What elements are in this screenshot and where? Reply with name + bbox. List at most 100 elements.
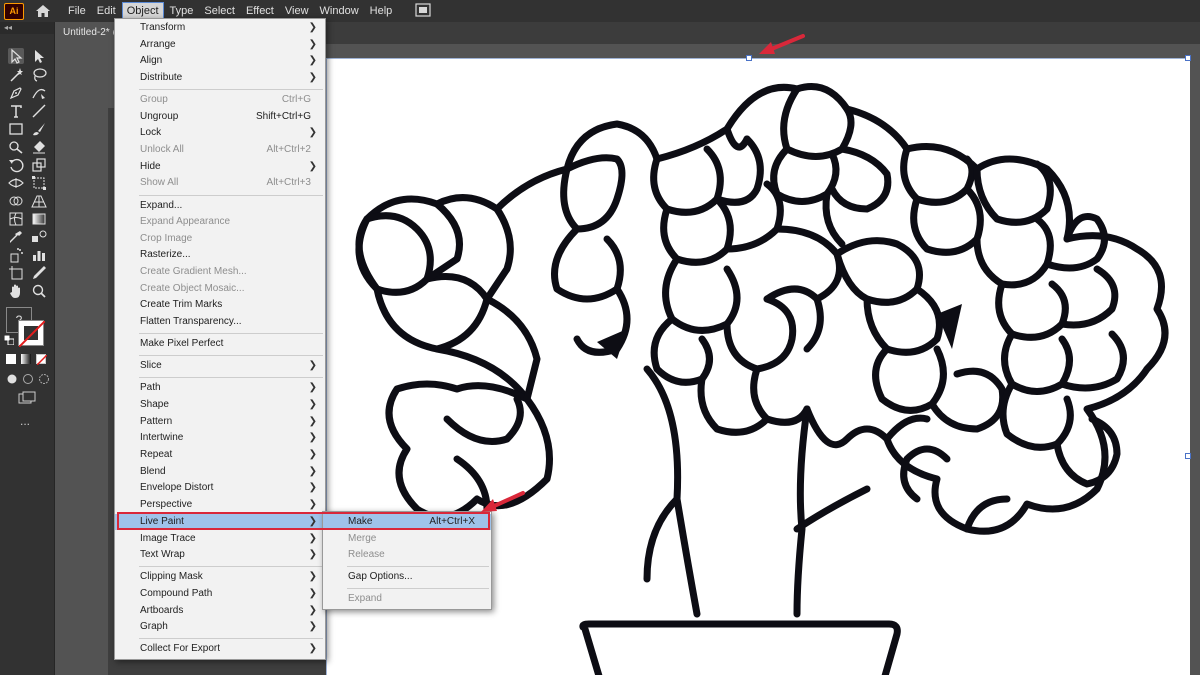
menu-item-graph[interactable]: Graph ❯ [115,619,325,635]
bounding-box-handle-right[interactable] [1185,453,1191,459]
shaper-tool-icon[interactable] [8,139,24,155]
menu-item-slice[interactable]: Slice ❯ [115,358,325,374]
menu-item-intertwine[interactable]: Intertwine ❯ [115,430,325,446]
menu-item-arrange[interactable]: Arrange ❯ [115,37,325,53]
pen-tool-icon[interactable] [8,85,24,101]
menu-item-ungroup[interactable]: Ungroup Shift+Ctrl+G [115,109,325,125]
menu-object[interactable]: Object [121,2,164,20]
object-menu-dropdown: Transform ❯ Arrange ❯ Align ❯ Distribute ❯ G… [114,18,326,660]
menu-item-repeat[interactable]: Repeat ❯ [115,447,325,463]
zoom-tool-icon[interactable] [31,283,47,299]
menu-type[interactable]: Type [166,3,198,19]
menu-item-rasterize[interactable]: Rasterize... [115,247,325,263]
home-icon[interactable] [34,2,52,20]
menu-file[interactable]: File [64,3,90,19]
lasso-icon[interactable] [31,67,47,83]
eraser-icon[interactable] [31,139,47,155]
rectangle-tool-icon[interactable] [8,121,24,137]
type-tool-icon[interactable] [8,103,24,119]
chevron-right-icon: ❯ [308,382,317,393]
submenu-item-merge[interactable]: Merge [323,531,491,547]
menu-item-expand[interactable]: Expand... [115,198,325,214]
chevron-right-icon: ❯ [308,533,317,544]
menu-help[interactable]: Help [366,3,397,19]
curvature-tool-icon[interactable] [31,85,47,101]
menu-item-image-trace[interactable]: Image Trace ❯ [115,531,325,547]
mesh-tool-icon[interactable] [8,211,24,227]
menu-item-perspective[interactable]: Perspective ❯ [115,497,325,513]
chevron-right-icon: ❯ [308,549,317,560]
menu-item-expand-appearance[interactable]: Expand Appearance [115,214,325,230]
menu-item-create-object-mosaic[interactable]: Create Object Mosaic... [115,281,325,297]
menu-item-unlock-all[interactable]: Unlock All Alt+Ctrl+2 [115,142,325,158]
menu-window[interactable]: Window [316,3,363,19]
menu-item-create-gradient-mesh[interactable]: Create Gradient Mesh... [115,264,325,280]
menu-item-path[interactable]: Path ❯ [115,380,325,396]
menu-item-make-pixel-perfect[interactable]: Make Pixel Perfect [115,336,325,352]
free-transform-icon[interactable] [31,175,47,191]
menu-item-shape[interactable]: Shape ❯ [115,397,325,413]
menu-item-hide[interactable]: Hide ❯ [115,159,325,175]
symbol-sprayer-icon[interactable] [8,247,24,263]
menu-item-text-wrap[interactable]: Text Wrap ❯ [115,547,325,563]
draw-inside-icon[interactable] [38,373,50,388]
menu-item-transform[interactable]: Transform ❯ [115,20,325,36]
column-graph-icon[interactable] [31,247,47,263]
menu-item-artboards[interactable]: Artboards ❯ [115,603,325,619]
none-mode-icon[interactable] [36,354,47,365]
menu-item-lock[interactable]: Lock ❯ [115,125,325,141]
menu-item-envelope-distort[interactable]: Envelope Distort ❯ [115,480,325,496]
shape-builder-icon[interactable] [8,193,24,209]
menu-item-create-trim-marks[interactable]: Create Trim Marks [115,297,325,313]
scale-tool-icon[interactable] [31,157,47,173]
menu-edit[interactable]: Edit [93,3,120,19]
gradient-tool-icon[interactable] [31,211,47,227]
bounding-box-handle-top[interactable] [746,55,752,61]
arrange-documents-icon[interactable] [415,3,433,19]
menu-select[interactable]: Select [200,3,239,19]
paintbrush-icon[interactable] [31,121,47,137]
default-fill-stroke-icon[interactable] [3,334,15,348]
menu-item-collect-for-export[interactable]: Collect For Export ❯ [115,641,325,657]
screen-mode-icon[interactable] [18,391,36,408]
menu-item-show-all[interactable]: Show All Alt+Ctrl+3 [115,175,325,191]
stroke-swatch[interactable] [18,320,46,348]
menu-item-flatten-transparency[interactable]: Flatten Transparency... [115,314,325,330]
perspective-grid-icon[interactable] [31,193,47,209]
tools-panel-header[interactable]: ◂◂ [0,22,54,34]
app-logo[interactable]: Ai [4,2,24,20]
submenu-item-expand[interactable]: Expand [323,591,491,607]
chevron-right-icon: ❯ [308,55,317,66]
chevron-right-icon: ❯ [308,432,317,443]
artboard-tool-icon[interactable] [8,265,24,281]
magic-wand-icon[interactable] [8,67,24,83]
eyedropper-icon[interactable] [8,229,24,245]
menu-item-blend[interactable]: Blend ❯ [115,464,325,480]
slice-tool-icon[interactable] [31,265,47,281]
gradient-mode-icon[interactable] [21,354,31,364]
edit-toolbar-icon[interactable]: ... [20,414,30,428]
submenu-item-release[interactable]: Release [323,547,491,563]
menu-effect[interactable]: Effect [242,3,278,19]
menu-separator [139,89,323,90]
menu-item-compound-path[interactable]: Compound Path ❯ [115,586,325,602]
menu-item-pattern[interactable]: Pattern ❯ [115,414,325,430]
direct-selection-tool-icon[interactable] [31,48,47,64]
rotate-tool-icon[interactable] [8,157,24,173]
blend-tool-icon[interactable] [31,229,47,245]
menu-item-crop-image[interactable]: Crop Image [115,231,325,247]
selection-tool-icon[interactable] [8,48,24,64]
bounding-box-handle-top-right[interactable] [1185,55,1191,61]
menu-view[interactable]: View [281,3,313,19]
menu-item-group[interactable]: Group Ctrl+G [115,92,325,108]
line-tool-icon[interactable] [31,103,47,119]
hand-tool-icon[interactable] [8,283,24,299]
submenu-item-gap-options[interactable]: Gap Options... [323,569,491,585]
draw-normal-icon[interactable] [6,373,18,388]
draw-behind-icon[interactable] [22,373,34,388]
width-tool-icon[interactable] [8,175,24,191]
color-mode-icon[interactable] [6,354,16,364]
menu-item-distribute[interactable]: Distribute ❯ [115,70,325,86]
menu-item-clipping-mask[interactable]: Clipping Mask ❯ [115,569,325,585]
menu-item-align[interactable]: Align ❯ [115,53,325,69]
